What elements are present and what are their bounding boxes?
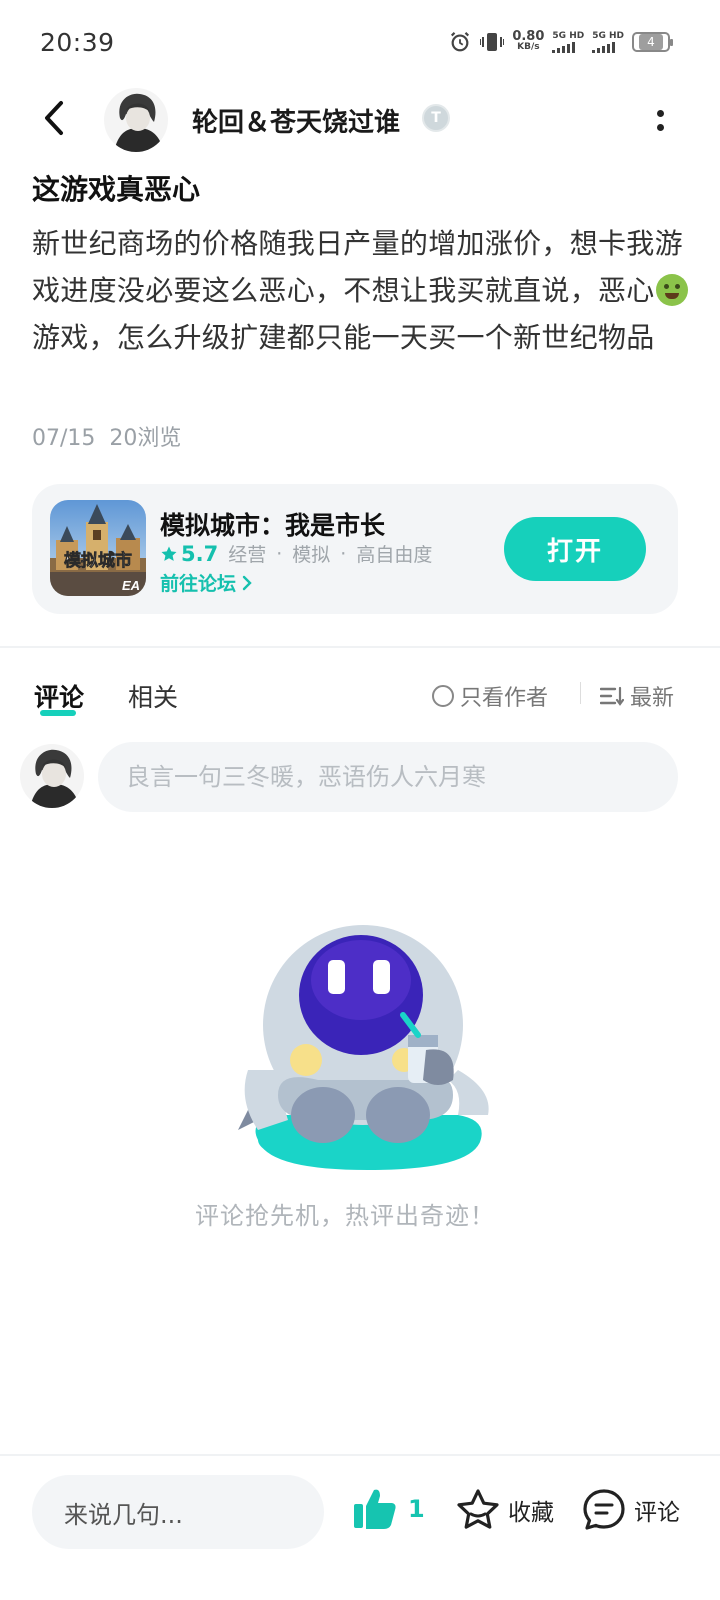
sick-face-emoji-icon bbox=[655, 274, 688, 306]
forum-link[interactable]: 前往论坛 bbox=[160, 569, 252, 596]
bottom-divider bbox=[0, 1454, 720, 1456]
status-icons: 0.80 KB/s 5G HD 5G HD 4 bbox=[448, 29, 673, 54]
say-something-input[interactable]: 来说几句... bbox=[32, 1475, 324, 1549]
more-button[interactable] bbox=[648, 100, 672, 140]
game-tag: 模拟 bbox=[292, 544, 331, 566]
game-rating: 5.7 bbox=[160, 542, 218, 566]
radio-icon bbox=[432, 685, 454, 707]
author-only-toggle[interactable]: 只看作者 bbox=[432, 680, 548, 712]
tab-comments[interactable]: 评论 bbox=[34, 678, 84, 714]
game-tag: 高自由度 bbox=[356, 544, 433, 566]
star-icon bbox=[161, 546, 177, 561]
signal-icon bbox=[552, 41, 584, 53]
comment-bubble-icon bbox=[583, 1489, 625, 1530]
thumbs-up-icon bbox=[354, 1489, 396, 1529]
author-name[interactable]: 轮回＆苍天饶过谁 bbox=[192, 102, 400, 139]
post-date: 07/15 bbox=[32, 426, 96, 451]
game-icon-title: 模拟城市 bbox=[64, 550, 132, 570]
tab-active-indicator bbox=[40, 710, 76, 716]
sim2-signal: 5G HD bbox=[592, 31, 624, 53]
game-tag: 经营 bbox=[228, 544, 267, 566]
game-info-row: 5.7 经营 · 模拟 · 高自由度 bbox=[160, 540, 432, 567]
sort-icon bbox=[600, 686, 624, 706]
section-divider bbox=[0, 646, 720, 648]
alarm-icon bbox=[448, 30, 472, 54]
favorite-button[interactable]: 收藏 bbox=[456, 1488, 554, 1532]
tag-separator: · bbox=[276, 542, 283, 565]
game-icon[interactable]: 模拟城市 EA bbox=[50, 500, 146, 596]
star-outline-icon bbox=[457, 1489, 499, 1529]
open-game-button[interactable]: 打开 bbox=[504, 517, 646, 581]
post-title: 这游戏真恶心 bbox=[32, 173, 201, 206]
like-count: 1 bbox=[408, 1495, 425, 1523]
more-vertical-icon bbox=[656, 109, 664, 131]
signal-icon bbox=[592, 41, 624, 53]
post-views: 20浏览 bbox=[109, 426, 182, 451]
chevron-right-icon bbox=[242, 575, 252, 590]
post-body: 新世纪商场的价格随我日产量的增加涨价，想卡我游戏进度没必要这么恶心，不想让我买就… bbox=[32, 220, 692, 361]
ea-logo: EA bbox=[122, 578, 140, 593]
back-arrow-icon bbox=[45, 101, 63, 135]
vibrate-icon bbox=[480, 30, 505, 54]
comment-tabs: 评论 相关 只看作者 最新 bbox=[0, 674, 720, 724]
sort-button[interactable]: 最新 bbox=[600, 680, 674, 712]
comment-input[interactable] bbox=[98, 742, 678, 812]
post-meta: 07/15 20浏览 bbox=[32, 420, 181, 452]
author-avatar[interactable] bbox=[104, 88, 168, 152]
game-name[interactable]: 模拟城市：我是市长 bbox=[160, 506, 385, 542]
tab-separator bbox=[580, 682, 581, 704]
empty-state-mascot bbox=[218, 920, 508, 1180]
my-avatar[interactable] bbox=[20, 744, 84, 808]
net-speed: 0.80 KB/s bbox=[512, 29, 545, 52]
battery-icon: 4 bbox=[632, 32, 673, 52]
battery-level: 4 bbox=[639, 34, 663, 50]
game-card[interactable]: 模拟城市 EA 模拟城市：我是市长 5.7 经营 · 模拟 · 高自由度 前往论… bbox=[32, 484, 678, 614]
tag-separator: · bbox=[340, 542, 347, 565]
back-button[interactable] bbox=[34, 98, 74, 138]
comment-button[interactable]: 评论 bbox=[582, 1488, 680, 1532]
post-header: 轮回＆苍天饶过谁 T bbox=[0, 86, 720, 152]
status-bar: 20:39 0.80 KB/s 5G HD 5G HD 4 bbox=[0, 0, 720, 86]
user-level-badge: T bbox=[422, 104, 450, 132]
sim1-signal: 5G HD bbox=[552, 31, 584, 53]
tab-related[interactable]: 相关 bbox=[128, 678, 178, 714]
status-time: 20:39 bbox=[40, 28, 115, 57]
empty-state-text: 评论抢先机，热评出奇迹！ bbox=[195, 1202, 495, 1230]
like-button[interactable]: 1 bbox=[352, 1486, 425, 1532]
